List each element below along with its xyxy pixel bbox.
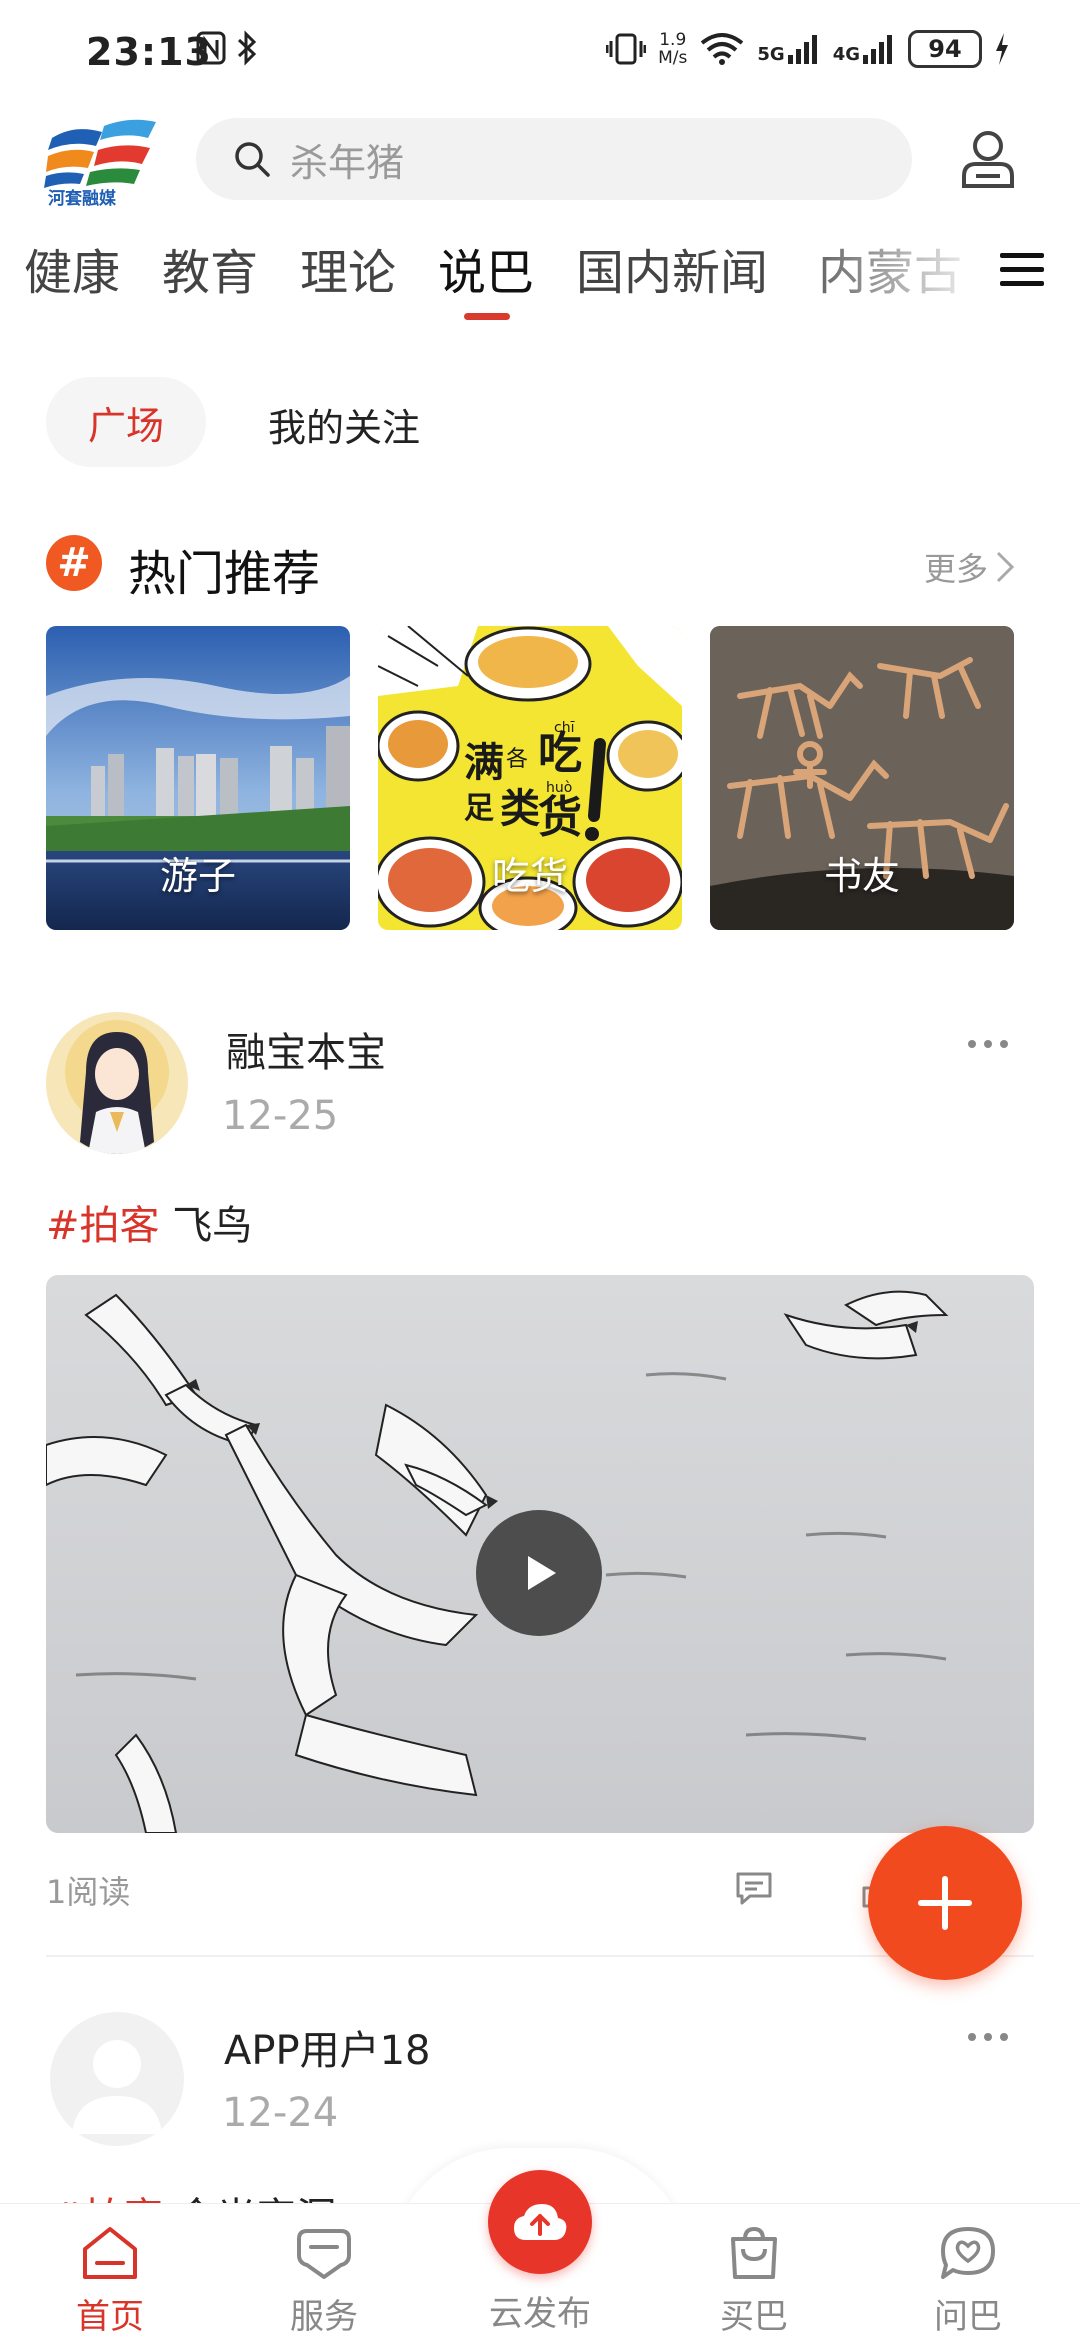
plus-icon[interactable] — [868, 1826, 1022, 1980]
avatar-image — [46, 1012, 188, 1154]
net-speed-unit: M/s — [658, 48, 688, 68]
net-speed-value: 1.9 — [659, 30, 687, 50]
logo-text: 河套融媒 — [48, 189, 116, 209]
signal-4g: 4G — [833, 33, 896, 65]
cloud-upload-glyph — [514, 2204, 567, 2240]
service-icon — [297, 2229, 351, 2279]
comment-icon[interactable] — [734, 1868, 774, 1908]
chat-heart-icon — [941, 2227, 995, 2279]
tab-health[interactable]: 健康 — [24, 233, 120, 303]
signal-bars-icon — [787, 35, 817, 64]
topic-card-chihuo[interactable]: 满 各 足 类 chī 吃 huò 货 吃货 — [378, 626, 682, 930]
section-title: 热门推荐 — [128, 546, 321, 602]
search-input[interactable]: 杀年猪 — [196, 118, 912, 200]
poster-char-huo: 货 — [538, 792, 582, 843]
signal-5g: 5G — [757, 33, 820, 65]
status-time: 23:13 — [86, 30, 212, 74]
topic-card-youzi[interactable]: 游子 — [46, 626, 350, 930]
active-tab-indicator — [464, 313, 510, 320]
user-icon[interactable] — [956, 126, 1020, 190]
play-icon — [528, 1556, 556, 1590]
home-icon — [83, 2227, 137, 2279]
play-button[interactable] — [476, 1510, 602, 1636]
shopping-bag-icon — [731, 2226, 777, 2279]
plus-glyph — [918, 1876, 972, 1930]
hashtag-icon: # — [46, 535, 102, 591]
channel-tabs: 健康 教育 理论 说巴 国内新闻 内蒙古 — [0, 225, 1080, 335]
post-content: 飞鸟 — [172, 1203, 253, 1249]
battery-indicator: 94 — [908, 30, 982, 68]
more-label: 更多 — [924, 550, 989, 588]
nav-label: 服务 — [290, 2297, 358, 2337]
nav-service[interactable]: 服务 — [254, 2225, 394, 2338]
bluetooth-icon — [237, 30, 257, 66]
nfc-icon — [196, 31, 226, 65]
post-divider — [46, 1955, 1034, 1957]
search-icon — [235, 142, 270, 177]
more-options-icon[interactable] — [968, 1040, 1008, 1052]
poster-char-ge: 各 — [506, 747, 528, 772]
post-date: 12-24 — [222, 2090, 339, 2136]
nav-label: 首页 — [76, 2297, 144, 2337]
post-date: 12-25 — [222, 1093, 339, 1139]
poster-char-lei: 类 — [500, 785, 540, 832]
vibrate-icon — [606, 33, 647, 65]
card-label: 游子 — [159, 854, 236, 898]
nav-ask[interactable]: 问巴 — [898, 2225, 1038, 2338]
channel-menu-icon[interactable] — [1000, 253, 1044, 293]
poster-char-chi: 吃 — [538, 728, 582, 779]
default-avatar-icon — [72, 2040, 162, 2134]
nav-label-publish[interactable]: 云发布 — [470, 2286, 610, 2335]
video-player[interactable] — [46, 1275, 1034, 1833]
avatar[interactable] — [50, 2012, 184, 2146]
nav-label: 买巴 — [720, 2297, 788, 2337]
poster-char-man: 满 — [464, 739, 504, 786]
more-options-icon[interactable] — [968, 2033, 1008, 2045]
topic-card-shuyou[interactable]: 书友 — [710, 626, 1014, 930]
signal-bars-icon — [863, 35, 892, 64]
post-tag[interactable]: #拍客 — [46, 1203, 160, 1249]
search-placeholder: 杀年猪 — [290, 140, 405, 185]
poster-char-zu: 足 — [464, 791, 494, 826]
status-bar: 23:13 1.9 M/s 5G 4G 94 — [0, 0, 1080, 110]
card-label: 书友 — [823, 854, 900, 898]
nav-label: 问巴 — [934, 2297, 1002, 2337]
app-header: 河套融媒 杀年猪 — [0, 110, 1080, 220]
chevron-right-icon — [996, 551, 1015, 583]
author-name[interactable]: APP用户18 — [224, 2018, 431, 2076]
topic-cards: 游子 满 各 足 类 chī 吃 huò 货 吃货 书友 — [46, 626, 1046, 930]
more-link[interactable]: 更多 — [924, 544, 1016, 590]
tab-education[interactable]: 教育 — [162, 233, 258, 303]
subtab-following[interactable]: 我的关注 — [268, 397, 420, 452]
card-label: 吃货 — [491, 854, 568, 898]
tab-inner-mongolia[interactable]: 内蒙古 — [818, 233, 962, 303]
tab-theory[interactable]: 理论 — [300, 233, 396, 303]
avatar[interactable] — [46, 1012, 188, 1154]
nav-shop[interactable]: 买巴 — [684, 2225, 824, 2338]
charging-icon — [996, 33, 1008, 65]
tab-domestic-news[interactable]: 国内新闻 — [576, 233, 768, 303]
cloud-upload-icon[interactable] — [488, 2170, 592, 2274]
tab-shuoba[interactable]: 说巴 — [438, 233, 534, 303]
post-text: #拍客 飞鸟 — [46, 1193, 252, 1251]
read-count: 1阅读 — [46, 1873, 131, 1911]
nav-home[interactable]: 首页 — [40, 2225, 180, 2338]
wifi-icon — [701, 33, 744, 65]
author-name[interactable]: 融宝本宝 — [226, 1020, 386, 1078]
subtab-plaza[interactable]: 广场 — [46, 377, 206, 467]
